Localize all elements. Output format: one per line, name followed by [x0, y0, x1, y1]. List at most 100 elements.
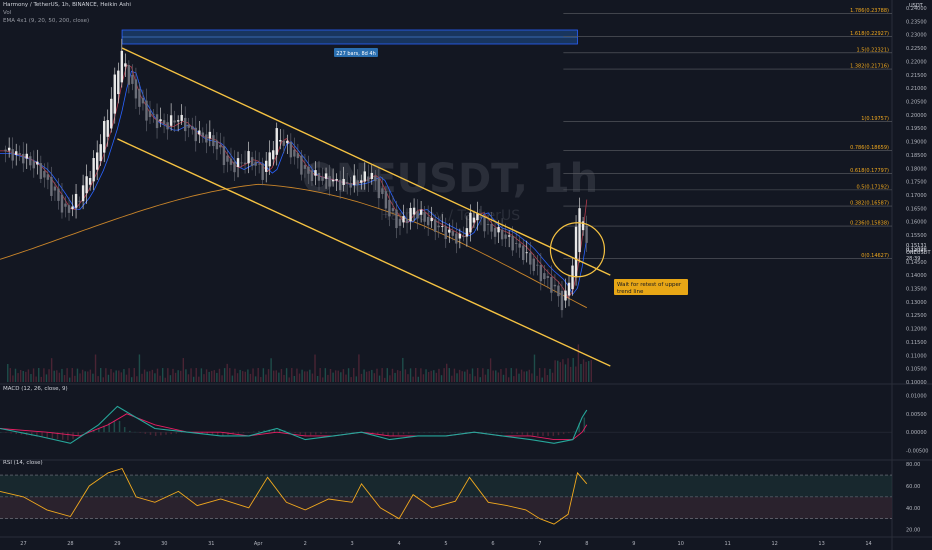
time-tick-label: 5 [444, 541, 447, 547]
volume-bar [125, 374, 128, 382]
candle-body [64, 203, 67, 207]
candle-body [145, 100, 148, 121]
volume-bar [293, 375, 296, 382]
candle-body [11, 149, 14, 161]
time-tick-label: 4 [397, 541, 400, 547]
volume-bar [58, 372, 61, 382]
volume-bar [247, 369, 249, 382]
volume-bar [376, 368, 378, 382]
candle-body [67, 205, 71, 213]
volume-bar [7, 364, 9, 382]
volume-bar [118, 370, 120, 382]
volume-bar [71, 368, 73, 382]
volume-bar [19, 370, 22, 382]
candle-body [286, 140, 289, 144]
volume-bar [301, 369, 303, 382]
volume-bar [458, 369, 461, 382]
price-label: 0.14945 [906, 248, 927, 254]
volume-bar [172, 368, 174, 382]
volume-bar [469, 373, 471, 382]
macd-histogram-bar [325, 432, 327, 434]
candle-body [117, 70, 120, 95]
fib-level-label: 1.618(0.22927) [850, 31, 889, 37]
macd-histogram-bar [170, 432, 172, 435]
macd-histogram-bar [485, 432, 487, 433]
candle-body [388, 199, 391, 217]
candle-body [426, 216, 430, 226]
volume-bar [218, 368, 221, 382]
candle-body [486, 223, 490, 225]
time-tick-label: 11 [724, 541, 730, 547]
volume-bar [316, 375, 319, 382]
candle-body [507, 235, 511, 237]
candle-body [254, 161, 257, 166]
volume-bar [92, 373, 94, 382]
volume-bar [515, 368, 518, 382]
candle-body [571, 265, 574, 290]
volume-bar [492, 370, 494, 382]
volume-bar [399, 370, 401, 382]
macd-histogram-bar [516, 432, 518, 435]
candle-body [536, 264, 539, 266]
candle-body [176, 120, 180, 122]
candle-body [201, 132, 205, 137]
candle-body [479, 216, 483, 218]
volume-bar [216, 372, 218, 382]
candle-body [345, 181, 349, 184]
volume-bar [438, 368, 440, 382]
volume-bar [249, 373, 252, 382]
volume-bar [174, 372, 177, 382]
volume-bar [314, 354, 316, 382]
volume-bar [102, 377, 104, 382]
volume-bar [30, 374, 32, 382]
candle-body [560, 290, 564, 311]
volume-bar [115, 370, 117, 382]
candle-body [138, 88, 141, 107]
candle-body [377, 178, 381, 199]
candle-body [208, 131, 212, 139]
volume-bar [130, 377, 133, 382]
chart-stage: ONEUSDT, 1h Harmony / TetherUS 227 bars, 8… [0, 0, 932, 550]
candle-body [257, 163, 261, 165]
price-tick-label: 0.10000 [906, 380, 927, 386]
volume-bar [381, 368, 383, 382]
candle-body [7, 147, 11, 151]
macd-histogram-bar [118, 420, 121, 433]
volume-bar [577, 344, 580, 382]
macd-histogram-bar [552, 432, 555, 436]
candle-body [282, 140, 285, 146]
volume-bar [12, 375, 14, 382]
candle-body [546, 276, 550, 278]
macd-histogram-bar [547, 432, 549, 436]
candle-body [85, 176, 88, 194]
fib-level-label: 1.382(0.21716) [850, 64, 889, 70]
candle-body [437, 225, 440, 228]
candle-body [148, 110, 152, 118]
volume-bar [291, 368, 293, 382]
time-tick-label: Apr [254, 541, 264, 547]
macd-histogram-bar [537, 432, 539, 436]
volume-bar [97, 376, 99, 382]
candle-body [4, 149, 7, 152]
volume-bar [464, 371, 466, 382]
volume-bar [365, 371, 368, 382]
fib-level-label: 0.786(0.18659) [850, 145, 889, 151]
candle-body [314, 170, 317, 176]
macd-histogram-bar [46, 432, 48, 438]
range-box-label: 227 bars, 8d 4h [336, 51, 376, 57]
volume-bar [546, 375, 549, 382]
candle-body [247, 151, 250, 164]
macd-tick-label: -0.00500 [906, 449, 928, 455]
chart-svg[interactable]: ONEUSDT, 1hHarmony / TetherUS227 bars, 8… [0, 0, 932, 550]
candle-body [159, 119, 162, 122]
macd-histogram-bar [67, 432, 69, 441]
candle-body [514, 243, 518, 244]
volume-bar [9, 368, 12, 382]
volume-bar [507, 377, 510, 382]
candle-body [539, 265, 543, 282]
candle-body [529, 252, 532, 265]
volume-bar [231, 375, 234, 382]
volume-bar [105, 368, 107, 382]
price-tick-label: 0.16000 [906, 220, 927, 226]
volume-bar [394, 372, 396, 382]
